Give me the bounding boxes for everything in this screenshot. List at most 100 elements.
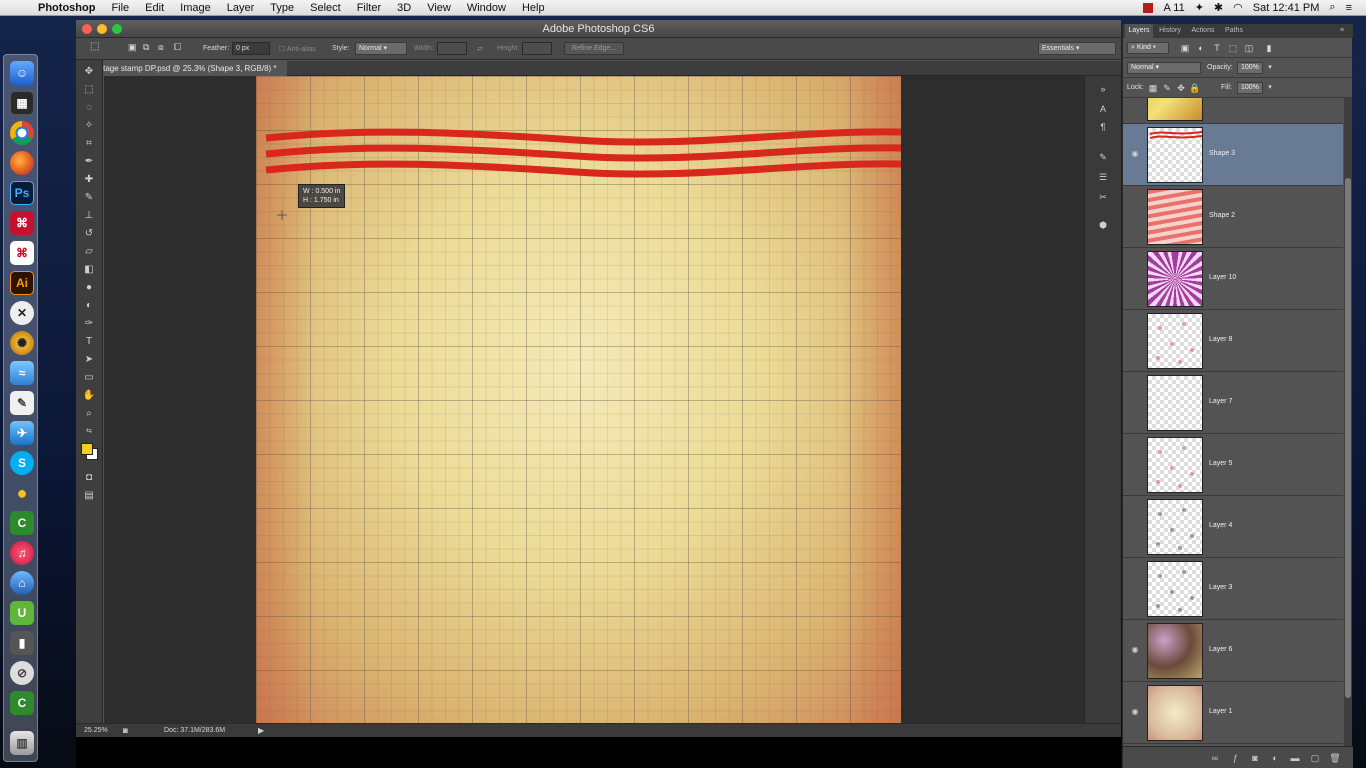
lasso-tool-icon[interactable]: ◌ bbox=[80, 100, 98, 116]
opacity-dropdown-icon[interactable]: ▾ bbox=[1264, 62, 1276, 74]
window-titlebar[interactable]: Adobe Photoshop CS6 bbox=[76, 20, 1121, 38]
notification-list-icon[interactable]: ≡ bbox=[1346, 2, 1352, 14]
paragraph-panel-icon[interactable]: ¶ bbox=[1095, 120, 1111, 134]
intersect-selection-icon[interactable]: ⧠ bbox=[174, 42, 181, 53]
layer-row[interactable]: Layer 5 bbox=[1123, 434, 1343, 496]
adjustments-panel-icon[interactable]: ☰ bbox=[1095, 170, 1111, 184]
bluetooth-icon[interactable]: ✱ bbox=[1214, 1, 1223, 14]
filter-type-icon[interactable]: T bbox=[1211, 42, 1223, 54]
menu-window[interactable]: Window bbox=[459, 2, 514, 14]
record-status-icon[interactable] bbox=[1143, 2, 1154, 13]
layer-list-scrollbar[interactable] bbox=[1344, 98, 1352, 746]
layer-row[interactable]: Layer 4 bbox=[1123, 496, 1343, 558]
foreground-color-swatch[interactable] bbox=[81, 443, 93, 455]
finder-icon[interactable]: ☺ bbox=[10, 61, 34, 85]
visibility-toggle[interactable] bbox=[1129, 396, 1141, 408]
eraser-tool-icon[interactable]: ▱ bbox=[80, 244, 98, 260]
visibility-toggle[interactable] bbox=[1129, 458, 1141, 470]
feather-input[interactable]: 0 px bbox=[232, 42, 270, 55]
history-brush-tool-icon[interactable]: ↺ bbox=[80, 226, 98, 242]
trash-icon[interactable]: ▥ bbox=[10, 731, 34, 755]
app-store-icon[interactable]: ✈ bbox=[10, 421, 34, 445]
layer-thumbnail[interactable] bbox=[1147, 499, 1203, 555]
filter-smart-object-icon[interactable]: ◫ bbox=[1243, 42, 1255, 54]
filter-shape-icon[interactable]: ⬚ bbox=[1227, 42, 1239, 54]
status-info-icon[interactable]: ◙ bbox=[123, 726, 128, 735]
layer-thumbnail[interactable] bbox=[1147, 623, 1203, 679]
filter-adjustment-icon[interactable]: ◐ bbox=[1195, 42, 1207, 54]
tab-paths[interactable]: Paths bbox=[1221, 24, 1247, 38]
pen-tool-icon[interactable]: ✑ bbox=[80, 316, 98, 332]
antialias-checkbox[interactable]: ☐ Anti-alias bbox=[279, 45, 316, 53]
layer-row[interactable]: Layer 3 bbox=[1123, 558, 1343, 620]
layer-row[interactable]: ◉ Shape 3 bbox=[1123, 124, 1343, 186]
cyberduck-icon[interactable]: ● bbox=[10, 481, 34, 505]
menu-3d[interactable]: 3D bbox=[389, 2, 419, 14]
textedit-icon[interactable]: ✎ bbox=[10, 391, 34, 415]
upwork-icon[interactable]: U bbox=[10, 601, 34, 625]
skype-icon[interactable]: S bbox=[10, 451, 34, 475]
add-mask-icon[interactable]: ◙ bbox=[1249, 752, 1261, 764]
document-canvas[interactable]: W : 0.500 in H : 1.750 in bbox=[256, 76, 901, 723]
shape-tool-icon[interactable]: ▭ bbox=[80, 370, 98, 386]
filter-toggle-icon[interactable]: ▮ bbox=[1263, 42, 1275, 54]
refine-edge-button[interactable]: Refine Edge... bbox=[564, 42, 624, 55]
panel-menu-icon[interactable]: » bbox=[1095, 82, 1111, 96]
character-panel-icon[interactable]: A bbox=[1095, 102, 1111, 116]
layer-thumbnail[interactable] bbox=[1147, 437, 1203, 493]
style-select[interactable]: Normal ▾ bbox=[355, 42, 407, 55]
adobe-badge[interactable]: A 11 bbox=[1163, 2, 1184, 14]
filter-pixel-icon[interactable]: ▣ bbox=[1179, 42, 1191, 54]
move-tool-icon[interactable]: ✥ bbox=[80, 64, 98, 80]
menu-edit[interactable]: Edit bbox=[137, 2, 172, 14]
add-selection-icon[interactable]: ⧉ bbox=[143, 42, 149, 53]
delete-layer-icon[interactable]: 🗑 bbox=[1329, 752, 1341, 764]
layer-thumbnail[interactable] bbox=[1147, 313, 1203, 369]
clone-stamp-tool-icon[interactable]: ⊥ bbox=[80, 208, 98, 224]
document-tab[interactable]: × vintage stamp DP.psd @ 25.3% (Shape 3,… bbox=[80, 61, 287, 76]
path-selection-tool-icon[interactable]: ➤ bbox=[80, 352, 98, 368]
layer-row[interactable]: Layer 8 bbox=[1123, 310, 1343, 372]
photoshop-dock-icon[interactable]: Ps bbox=[10, 181, 34, 205]
menu-select[interactable]: Select bbox=[302, 2, 349, 14]
menubar-clock[interactable]: Sat 12:41 PM bbox=[1253, 2, 1320, 14]
brush-panel-icon[interactable]: ✎ bbox=[1095, 150, 1111, 164]
tool-presets-panel-icon[interactable]: ✂ bbox=[1095, 190, 1111, 204]
tab-actions[interactable]: Actions bbox=[1187, 24, 1219, 38]
menu-filter[interactable]: Filter bbox=[349, 2, 389, 14]
dropbox-icon[interactable]: ✦ bbox=[1195, 1, 1204, 14]
height-input[interactable] bbox=[522, 42, 552, 55]
visibility-toggle[interactable] bbox=[1129, 334, 1141, 346]
marquee-tool-icon[interactable]: ⬚ bbox=[80, 82, 98, 98]
visibility-toggle[interactable] bbox=[1129, 272, 1141, 284]
layer-row[interactable]: Shape 2 bbox=[1123, 186, 1343, 248]
visibility-toggle[interactable] bbox=[1129, 582, 1141, 594]
layer-thumbnail[interactable] bbox=[1147, 685, 1203, 741]
layer-row[interactable]: Layer 9 bbox=[1123, 98, 1343, 124]
healing-brush-tool-icon[interactable]: ✚ bbox=[80, 172, 98, 188]
layer-row[interactable]: ◉ Layer 1 bbox=[1123, 682, 1343, 744]
layer-filter-select[interactable]: ⌕ Kind ▾ bbox=[1127, 42, 1169, 54]
trash-utility-icon[interactable]: ▮ bbox=[10, 631, 34, 655]
layer-style-icon[interactable]: ƒ bbox=[1229, 752, 1241, 764]
visibility-eye-icon[interactable]: ◉ bbox=[1129, 644, 1141, 656]
screen-mode-icon[interactable]: ▤ bbox=[80, 488, 98, 504]
menu-app-photoshop[interactable]: Photoshop bbox=[30, 2, 103, 14]
dodge-tool-icon[interactable]: ◐ bbox=[80, 298, 98, 314]
new-selection-icon[interactable]: ▣ bbox=[128, 42, 137, 53]
layer-thumbnail[interactable] bbox=[1147, 98, 1203, 121]
zoom-tool-icon[interactable]: ⌕ bbox=[80, 406, 98, 422]
growl-icon[interactable]: ✺ bbox=[10, 331, 34, 355]
link-layers-icon[interactable]: ∞ bbox=[1209, 752, 1221, 764]
zoom-level[interactable]: 25.25% bbox=[84, 727, 108, 734]
visibility-toggle[interactable] bbox=[1129, 520, 1141, 532]
opacity-input[interactable]: 100% bbox=[1237, 62, 1263, 74]
menu-layer[interactable]: Layer bbox=[219, 2, 263, 14]
camtasia-recorder-icon[interactable]: C bbox=[10, 691, 34, 715]
fill-dropdown-icon[interactable]: ▾ bbox=[1264, 82, 1276, 94]
new-layer-icon[interactable]: ▢ bbox=[1309, 752, 1321, 764]
3d-panel-icon[interactable]: ⬢ bbox=[1095, 218, 1111, 232]
subtract-selection-icon[interactable]: ⧈ bbox=[158, 42, 164, 53]
blur-tool-icon[interactable]: ● bbox=[80, 280, 98, 296]
menu-image[interactable]: Image bbox=[172, 2, 219, 14]
